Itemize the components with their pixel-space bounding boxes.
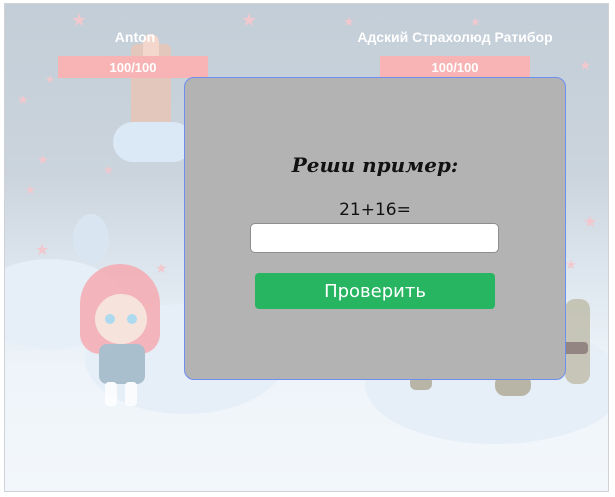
opponent-name: Адский Страхолюд Ратибор xyxy=(357,29,553,45)
star-icon: ★ xyxy=(565,258,577,273)
star-icon: ★ xyxy=(37,153,49,168)
star-icon: ★ xyxy=(71,10,88,31)
star-icon: ★ xyxy=(35,240,50,259)
cloud xyxy=(73,214,109,264)
star-icon: ★ xyxy=(343,15,355,30)
girl-character xyxy=(75,264,165,409)
opponent-hp-bar: 100/100 xyxy=(380,56,530,78)
dialog-title: Реши пример: xyxy=(291,153,459,177)
star-icon: ★ xyxy=(45,73,55,86)
star-icon: ★ xyxy=(241,10,258,31)
star-icon: ★ xyxy=(17,93,29,108)
math-problem: 21+16= xyxy=(339,200,411,220)
star-icon: ★ xyxy=(470,15,481,29)
math-problem-dialog: Реши пример: 21+16= Проверить xyxy=(184,77,566,380)
star-icon: ★ xyxy=(579,58,592,74)
player-hp-bar: 100/100 xyxy=(58,56,208,78)
star-icon: ★ xyxy=(583,212,598,231)
check-button[interactable]: Проверить xyxy=(255,273,495,309)
player-name: Anton xyxy=(114,29,156,45)
star-icon: ★ xyxy=(25,183,36,197)
answer-input[interactable] xyxy=(250,223,499,253)
castle-icon xyxy=(113,34,193,169)
